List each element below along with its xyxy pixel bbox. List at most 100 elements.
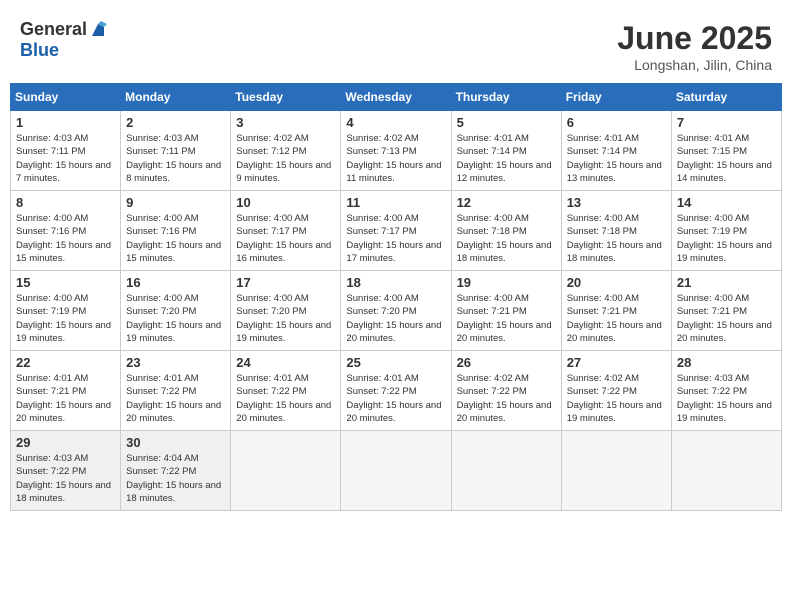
day-number: 10: [236, 195, 335, 210]
calendar-cell: 30 Sunrise: 4:04 AMSunset: 7:22 PMDayligh…: [121, 431, 231, 511]
day-info: Sunrise: 4:00 AMSunset: 7:18 PMDaylight:…: [567, 212, 666, 265]
col-thursday: Thursday: [451, 84, 561, 111]
logo-blue: Blue: [20, 40, 107, 61]
calendar-cell: [671, 431, 781, 511]
col-monday: Monday: [121, 84, 231, 111]
calendar-cell: 24 Sunrise: 4:01 AMSunset: 7:22 PMDayligh…: [231, 351, 341, 431]
calendar-week-3: 15Sunrise: 4:00 AMSunset: 7:19 PMDayligh…: [11, 271, 782, 351]
day-number: 24: [236, 355, 335, 370]
calendar-cell: 18 Sunrise: 4:00 AMSunset: 7:20 PMDayligh…: [341, 271, 451, 351]
day-info: Sunrise: 4:00 AMSunset: 7:21 PMDaylight:…: [677, 292, 776, 345]
day-info: Sunrise: 4:01 AMSunset: 7:22 PMDaylight:…: [126, 372, 225, 425]
col-tuesday: Tuesday: [231, 84, 341, 111]
calendar-cell: [451, 431, 561, 511]
calendar-body: 1Sunrise: 4:03 AMSunset: 7:11 PMDaylight…: [11, 111, 782, 511]
calendar-week-2: 8Sunrise: 4:00 AMSunset: 7:16 PMDaylight…: [11, 191, 782, 271]
day-number: 16: [126, 275, 225, 290]
calendar-table: Sunday Monday Tuesday Wednesday Thursday…: [10, 83, 782, 511]
calendar-cell: 28Sunrise: 4:03 AMSunset: 7:22 PMDayligh…: [671, 351, 781, 431]
calendar-cell: 6 Sunrise: 4:01 AMSunset: 7:14 PMDaylight…: [561, 111, 671, 191]
page-container: General Blue June 2025 Longshan, Jilin, …: [10, 10, 782, 511]
logo-text: General: [20, 20, 87, 40]
day-number: 3: [236, 115, 335, 130]
col-wednesday: Wednesday: [341, 84, 451, 111]
day-info: Sunrise: 4:03 AMSunset: 7:11 PMDaylight:…: [126, 132, 225, 185]
logo-icon: [89, 21, 107, 39]
calendar-cell: 14 Sunrise: 4:00 AMSunset: 7:19 PMDayligh…: [671, 191, 781, 271]
calendar-cell: 2 Sunrise: 4:03 AMSunset: 7:11 PMDaylight…: [121, 111, 231, 191]
day-number: 13: [567, 195, 666, 210]
day-number: 12: [457, 195, 556, 210]
logo-general: General: [20, 20, 87, 40]
day-number: 26: [457, 355, 556, 370]
day-info: Sunrise: 4:00 AMSunset: 7:19 PMDaylight:…: [677, 212, 776, 265]
calendar-cell: 4 Sunrise: 4:02 AMSunset: 7:13 PMDaylight…: [341, 111, 451, 191]
day-info: Sunrise: 4:02 AMSunset: 7:22 PMDaylight:…: [567, 372, 666, 425]
calendar-cell: 10Sunrise: 4:00 AMSunset: 7:17 PMDayligh…: [231, 191, 341, 271]
calendar-cell: 16 Sunrise: 4:00 AMSunset: 7:20 PMDayligh…: [121, 271, 231, 351]
day-number: 17: [236, 275, 335, 290]
calendar-cell: 29Sunrise: 4:03 AMSunset: 7:22 PMDayligh…: [11, 431, 121, 511]
day-info: Sunrise: 4:00 AMSunset: 7:17 PMDaylight:…: [346, 212, 445, 265]
calendar-cell: 12 Sunrise: 4:00 AMSunset: 7:18 PMDayligh…: [451, 191, 561, 271]
title-block: June 2025 Longshan, Jilin, China: [617, 20, 772, 73]
day-number: 6: [567, 115, 666, 130]
day-info: Sunrise: 4:00 AMSunset: 7:20 PMDaylight:…: [126, 292, 225, 345]
calendar-cell: 11 Sunrise: 4:00 AMSunset: 7:17 PMDayligh…: [341, 191, 451, 271]
day-number: 25: [346, 355, 445, 370]
calendar-cell: 5 Sunrise: 4:01 AMSunset: 7:14 PMDaylight…: [451, 111, 561, 191]
header: General Blue June 2025 Longshan, Jilin, …: [10, 10, 782, 78]
day-info: Sunrise: 4:02 AMSunset: 7:12 PMDaylight:…: [236, 132, 335, 185]
calendar-cell: 22Sunrise: 4:01 AMSunset: 7:21 PMDayligh…: [11, 351, 121, 431]
location: Longshan, Jilin, China: [617, 57, 772, 73]
day-number: 18: [346, 275, 445, 290]
day-number: 30: [126, 435, 225, 450]
day-info: Sunrise: 4:00 AMSunset: 7:21 PMDaylight:…: [567, 292, 666, 345]
day-info: Sunrise: 4:00 AMSunset: 7:20 PMDaylight:…: [236, 292, 335, 345]
day-info: Sunrise: 4:01 AMSunset: 7:14 PMDaylight:…: [567, 132, 666, 185]
day-info: Sunrise: 4:02 AMSunset: 7:22 PMDaylight:…: [457, 372, 556, 425]
calendar-week-5: 29Sunrise: 4:03 AMSunset: 7:22 PMDayligh…: [11, 431, 782, 511]
calendar-cell: [231, 431, 341, 511]
day-info: Sunrise: 4:01 AMSunset: 7:15 PMDaylight:…: [677, 132, 776, 185]
day-number: 28: [677, 355, 776, 370]
day-number: 29: [16, 435, 115, 450]
day-number: 22: [16, 355, 115, 370]
day-number: 2: [126, 115, 225, 130]
day-number: 14: [677, 195, 776, 210]
col-sunday: Sunday: [11, 84, 121, 111]
calendar-cell: 7Sunrise: 4:01 AMSunset: 7:15 PMDaylight…: [671, 111, 781, 191]
logo: General Blue: [20, 20, 107, 61]
day-info: Sunrise: 4:00 AMSunset: 7:18 PMDaylight:…: [457, 212, 556, 265]
day-number: 5: [457, 115, 556, 130]
calendar-cell: [561, 431, 671, 511]
day-number: 27: [567, 355, 666, 370]
calendar-cell: 9Sunrise: 4:00 AMSunset: 7:16 PMDaylight…: [121, 191, 231, 271]
day-info: Sunrise: 4:00 AMSunset: 7:20 PMDaylight:…: [346, 292, 445, 345]
calendar-cell: 1Sunrise: 4:03 AMSunset: 7:11 PMDaylight…: [11, 111, 121, 191]
day-number: 11: [346, 195, 445, 210]
calendar-week-4: 22Sunrise: 4:01 AMSunset: 7:21 PMDayligh…: [11, 351, 782, 431]
day-info: Sunrise: 4:01 AMSunset: 7:14 PMDaylight:…: [457, 132, 556, 185]
calendar-week-1: 1Sunrise: 4:03 AMSunset: 7:11 PMDaylight…: [11, 111, 782, 191]
col-saturday: Saturday: [671, 84, 781, 111]
calendar-cell: 8Sunrise: 4:00 AMSunset: 7:16 PMDaylight…: [11, 191, 121, 271]
calendar-cell: 3 Sunrise: 4:02 AMSunset: 7:12 PMDaylight…: [231, 111, 341, 191]
day-info: Sunrise: 4:02 AMSunset: 7:13 PMDaylight:…: [346, 132, 445, 185]
day-number: 21: [677, 275, 776, 290]
day-info: Sunrise: 4:01 AMSunset: 7:22 PMDaylight:…: [346, 372, 445, 425]
day-info: Sunrise: 4:01 AMSunset: 7:22 PMDaylight:…: [236, 372, 335, 425]
day-info: Sunrise: 4:04 AMSunset: 7:22 PMDaylight:…: [126, 452, 225, 505]
calendar-cell: 19Sunrise: 4:00 AMSunset: 7:21 PMDayligh…: [451, 271, 561, 351]
month-title: June 2025: [617, 20, 772, 57]
day-info: Sunrise: 4:03 AMSunset: 7:11 PMDaylight:…: [16, 132, 115, 185]
day-number: 4: [346, 115, 445, 130]
day-number: 15: [16, 275, 115, 290]
day-number: 23: [126, 355, 225, 370]
calendar-cell: 13 Sunrise: 4:00 AMSunset: 7:18 PMDayligh…: [561, 191, 671, 271]
calendar-cell: 17 Sunrise: 4:00 AMSunset: 7:20 PMDayligh…: [231, 271, 341, 351]
day-info: Sunrise: 4:00 AMSunset: 7:16 PMDaylight:…: [16, 212, 115, 265]
calendar-cell: 20Sunrise: 4:00 AMSunset: 7:21 PMDayligh…: [561, 271, 671, 351]
day-info: Sunrise: 4:00 AMSunset: 7:16 PMDaylight:…: [126, 212, 225, 265]
col-friday: Friday: [561, 84, 671, 111]
